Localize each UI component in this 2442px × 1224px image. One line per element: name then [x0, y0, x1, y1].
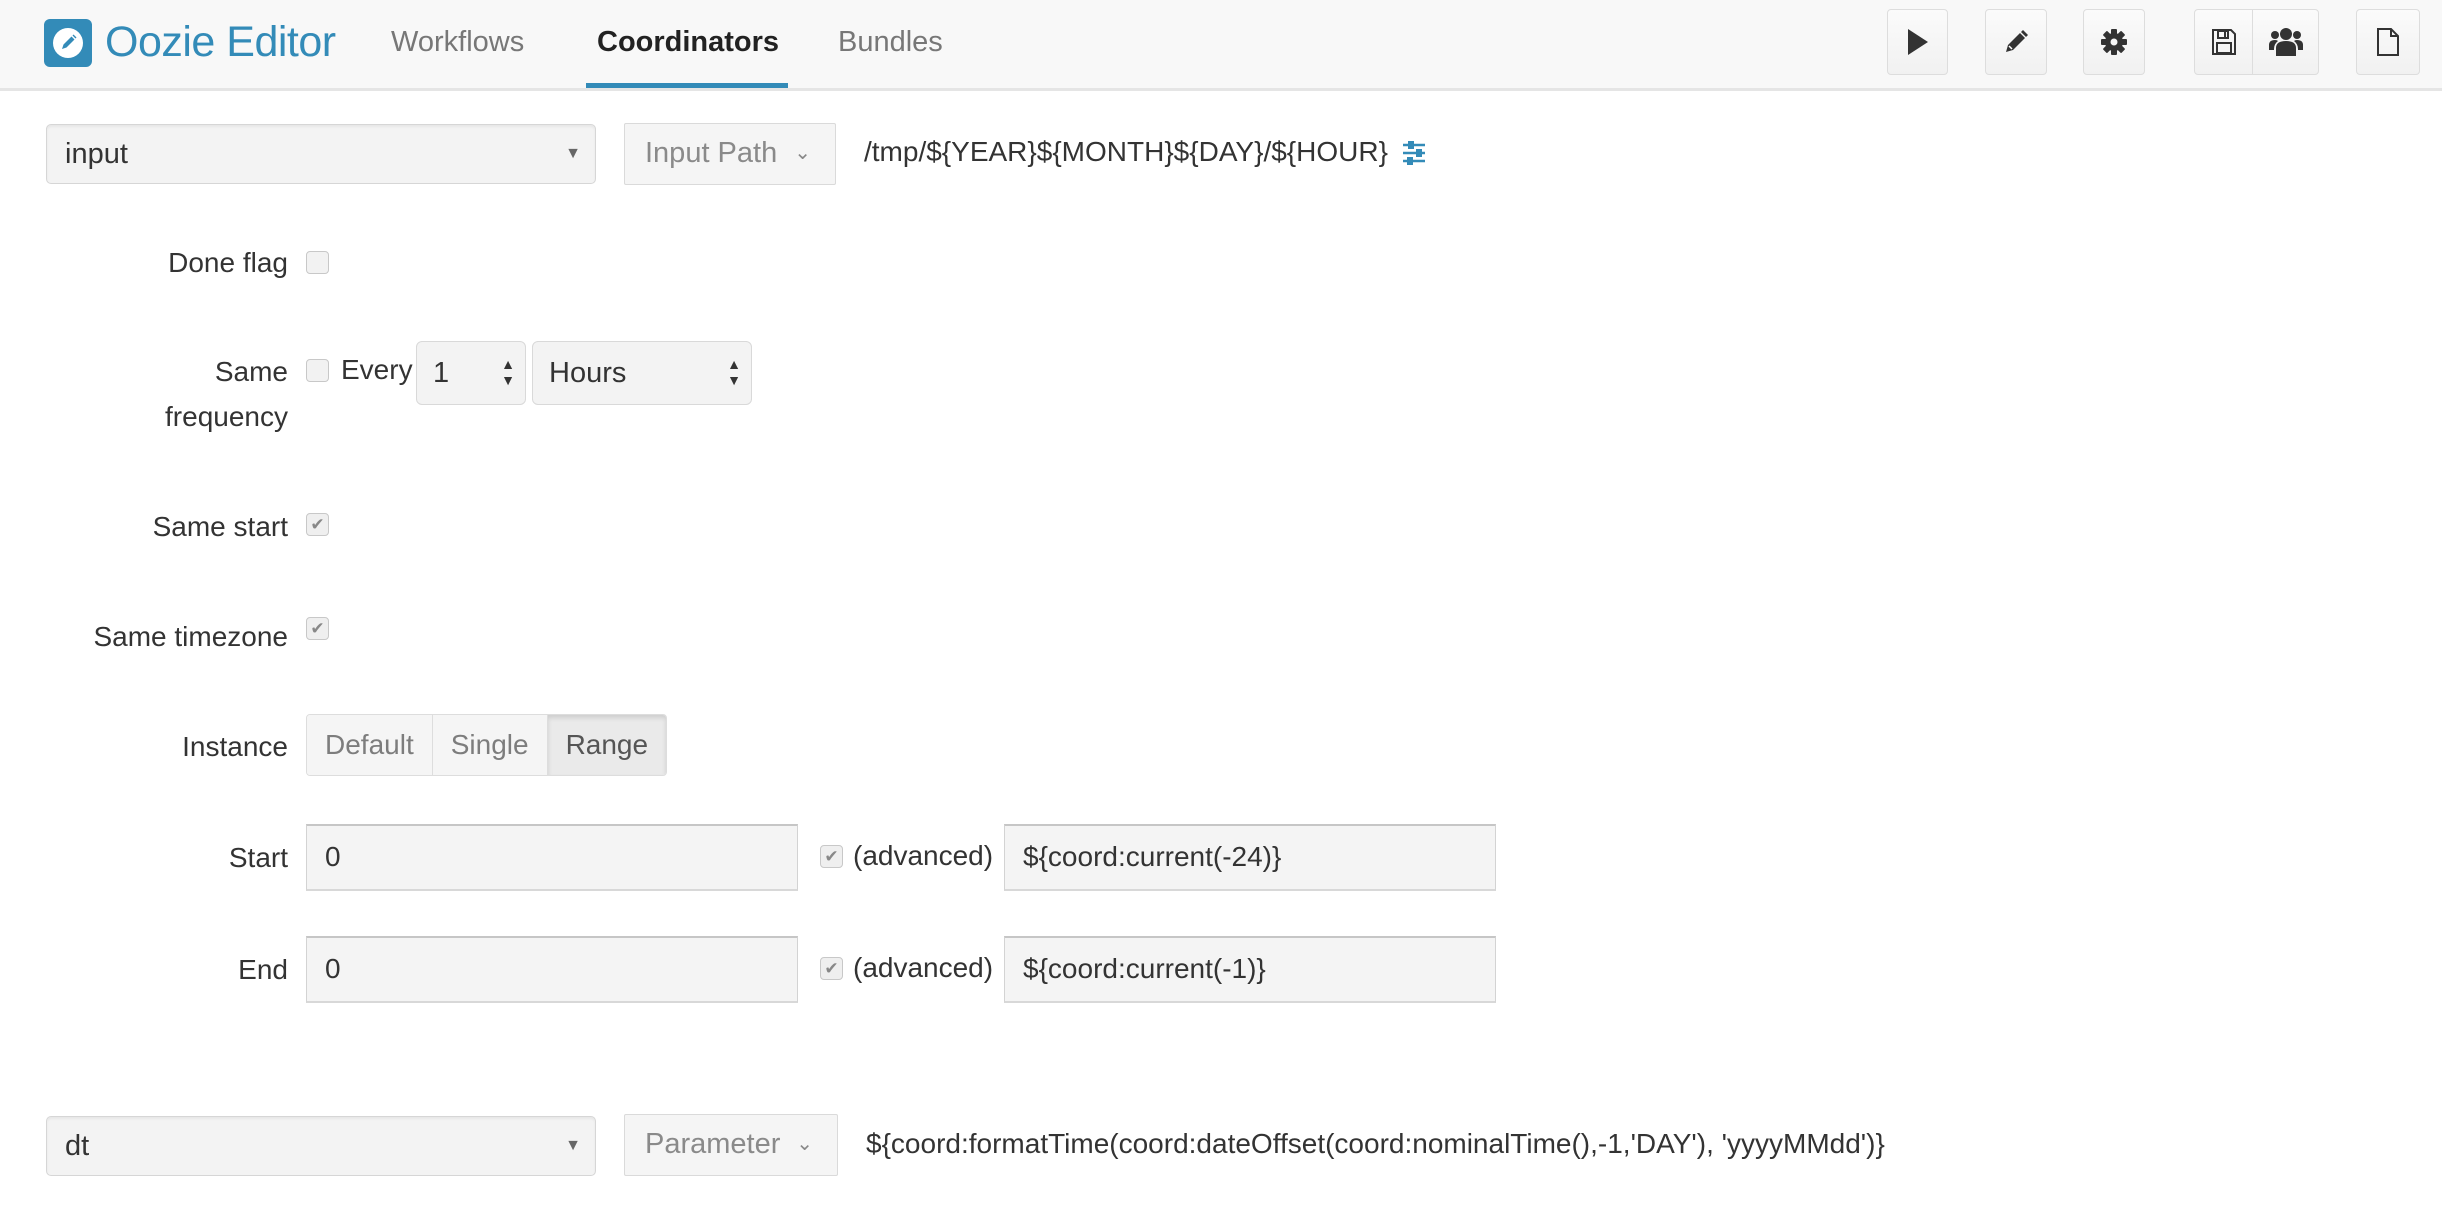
dataset-type-label: Input Path	[645, 137, 778, 169]
start-input[interactable]: 0	[306, 824, 798, 891]
save-button[interactable]	[2194, 9, 2254, 75]
same-frequency-label-line2: frequency	[165, 401, 288, 432]
tab-bundles[interactable]: Bundles	[838, 22, 943, 62]
dataset-path-text: /tmp/${YEAR}${MONTH}${DAY}/${HOUR}	[864, 136, 1388, 167]
checkmark-icon: ✔	[310, 514, 325, 534]
play-icon	[1907, 29, 1928, 55]
parameter-type-dropdown[interactable]: Parameter ⌄	[624, 1114, 838, 1176]
caret-down-icon: ▼	[565, 145, 581, 162]
frequency-unit-select[interactable]: Hours ▲ ▼	[532, 341, 752, 405]
updown-arrows-icon: ▲ ▼	[501, 356, 515, 388]
chevron-down-icon: ⌄	[794, 142, 811, 164]
checkmark-icon: ✔	[824, 846, 839, 866]
end-advanced-checkbox[interactable]: ✔	[820, 957, 843, 980]
app-title[interactable]: Oozie Editor	[105, 14, 336, 70]
tab-workflows[interactable]: Workflows	[391, 22, 524, 62]
instance-single-button[interactable]: Single	[432, 715, 548, 775]
parameter-name-select[interactable]: dt ▼	[46, 1116, 596, 1176]
dataset-name-value: input	[65, 138, 128, 170]
instance-button-group: Default Single Range	[306, 714, 668, 776]
checkmark-icon: ✔	[824, 958, 839, 978]
parameter-type-label: Parameter	[645, 1128, 781, 1160]
checkmark-icon: ✔	[310, 618, 325, 638]
parameter-name-value: dt	[65, 1130, 90, 1162]
start-advanced-label: (advanced)	[853, 840, 994, 871]
tab-coordinators[interactable]: Coordinators	[597, 22, 779, 62]
share-button[interactable]	[2252, 9, 2319, 75]
same-frequency-label-line1: Same	[214, 356, 288, 387]
caret-down-icon: ▼	[565, 1137, 581, 1154]
same-frequency-checkbox[interactable]	[306, 359, 329, 382]
chevron-down-icon: ⌄	[796, 1133, 813, 1155]
frequency-number-value: 1	[433, 357, 450, 389]
start-label: Start	[228, 842, 288, 873]
file-icon	[2377, 28, 2399, 56]
start-advanced-input[interactable]: ${coord:current(-24)}	[1004, 824, 1496, 891]
dataset-path[interactable]: /tmp/${YEAR}${MONTH}${DAY}/${HOUR}	[864, 132, 1426, 172]
dataset-type-dropdown[interactable]: Input Path ⌄	[624, 123, 836, 185]
settings-button[interactable]	[2083, 9, 2145, 75]
frequency-number-select[interactable]: 1 ▲ ▼	[416, 341, 526, 405]
parameter-value[interactable]: ${coord:formatTime(coord:dateOffset(coor…	[866, 1124, 1885, 1164]
same-start-checkbox[interactable]: ✔	[306, 513, 329, 536]
end-label: End	[238, 954, 288, 985]
instance-range-button[interactable]: Range	[547, 715, 667, 775]
done-flag-checkbox[interactable]	[306, 251, 329, 274]
sliders-icon[interactable]	[1402, 141, 1426, 165]
start-advanced-checkbox[interactable]: ✔	[820, 845, 843, 868]
users-icon	[2268, 28, 2303, 56]
floppy-disk-icon	[2212, 29, 2236, 55]
edit-button[interactable]	[1985, 9, 2047, 75]
dataset-name-select[interactable]: input ▼	[46, 124, 596, 184]
new-document-button[interactable]	[2356, 9, 2420, 75]
run-button[interactable]	[1887, 9, 1948, 75]
same-start-label: Same start	[152, 511, 288, 542]
every-label: Every	[341, 354, 413, 385]
frequency-unit-value: Hours	[549, 357, 627, 389]
same-timezone-label: Same timezone	[93, 621, 288, 652]
same-timezone-checkbox[interactable]: ✔	[306, 617, 329, 640]
end-advanced-input[interactable]: ${coord:current(-1)}	[1004, 936, 1496, 1003]
updown-arrows-icon: ▲ ▼	[727, 356, 741, 388]
active-tab-indicator	[586, 83, 788, 88]
instance-label: Instance	[182, 731, 288, 762]
end-input[interactable]: 0	[306, 936, 798, 1003]
oozie-logo-icon	[44, 19, 92, 67]
top-navbar: Oozie Editor Workflows Coordinators Bund…	[0, 0, 2442, 91]
end-advanced-label: (advanced)	[853, 952, 994, 983]
pencil-icon	[2006, 30, 2028, 52]
instance-default-button[interactable]: Default	[307, 715, 433, 775]
gear-icon	[2101, 29, 2127, 55]
done-flag-label: Done flag	[168, 247, 288, 278]
